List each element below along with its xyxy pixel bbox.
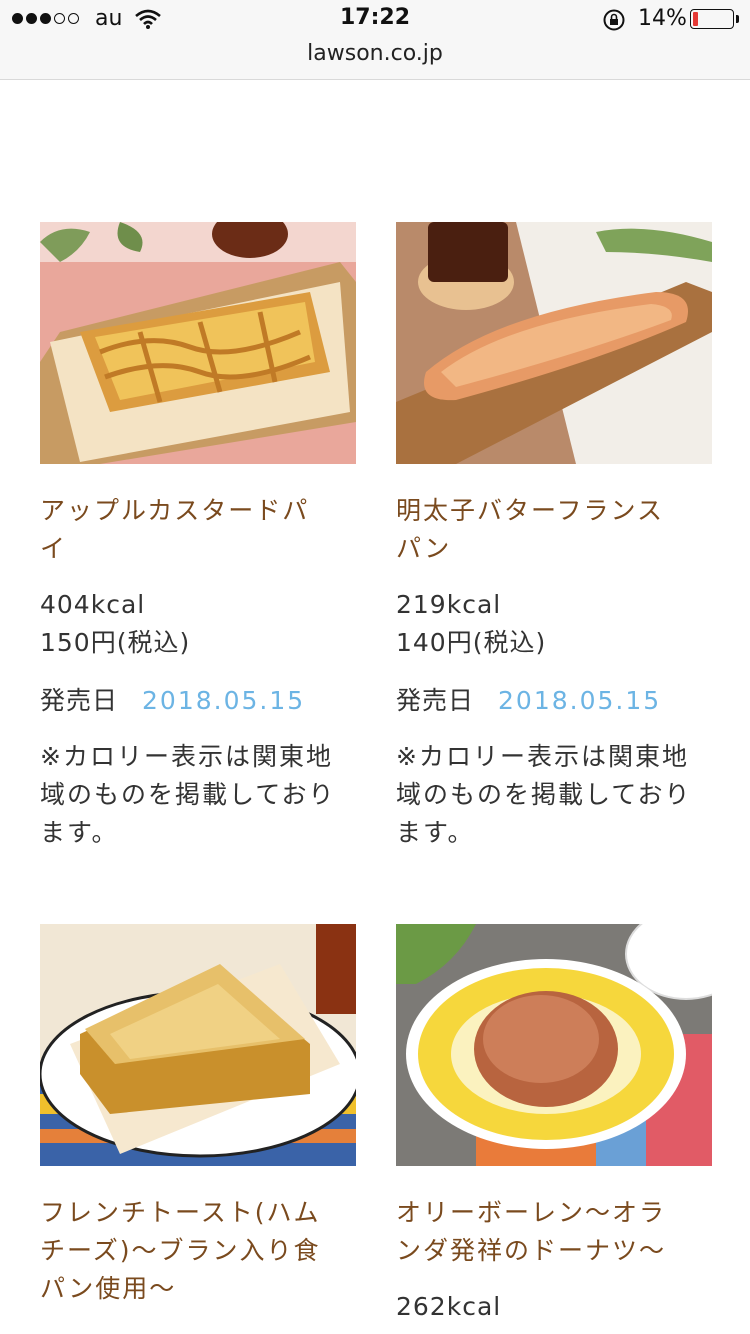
product-image-mentaiko-butter-france[interactable] [396, 222, 712, 464]
product-card[interactable]: オリーボーレン〜オランダ発祥のドーナツ〜 262kcal [396, 924, 712, 1326]
rotation-lock-icon [602, 8, 626, 36]
product-image-french-toast[interactable] [40, 924, 356, 1166]
release-label: 発売日 [40, 686, 119, 715]
product-calories: 404kcal [40, 590, 146, 619]
product-card[interactable]: フレンチトースト(ハムチーズ)〜ブラン入り食パン使用〜 [40, 924, 356, 1308]
address-bar-url[interactable]: lawson.co.jp [0, 41, 750, 66]
product-card[interactable]: 明太子バターフランスパン 219kcal 140円(税込) 発売日 2018.05… [396, 222, 712, 852]
product-price: 150円(税込) [40, 628, 191, 657]
battery-icon [690, 9, 739, 29]
release-info: 発売日 2018.05.15 [396, 682, 712, 720]
calorie-note: ※カロリー表示は関東地域のものを掲載しております。 [40, 742, 336, 847]
calorie-note: ※カロリー表示は関東地域のものを掲載しております。 [396, 742, 692, 847]
product-name[interactable]: 明太子バターフランスパン [396, 492, 686, 568]
product-image-oliebollen[interactable] [396, 924, 712, 1166]
battery-percentage: 14% [638, 6, 687, 31]
browser-status-bar: au 17:22 14% lawson.co.jp [0, 0, 750, 80]
release-date: 2018.05.15 [498, 686, 662, 715]
product-name[interactable]: オリーボーレン〜オランダ発祥のドーナツ〜 [396, 1194, 686, 1270]
product-name[interactable]: フレンチトースト(ハムチーズ)〜ブラン入り食パン使用〜 [40, 1194, 330, 1308]
release-info: 発売日 2018.05.15 [40, 682, 356, 720]
product-calories: 219kcal [396, 590, 502, 619]
release-date: 2018.05.15 [142, 686, 306, 715]
release-label: 発売日 [396, 686, 475, 715]
product-calories: 262kcal [396, 1292, 502, 1321]
product-image-apple-custard-pie[interactable] [40, 222, 356, 464]
product-price: 140円(税込) [396, 628, 547, 657]
product-name[interactable]: アップルカスタードパイ [40, 492, 330, 568]
product-card[interactable]: アップルカスタードパイ 404kcal 150円(税込) 発売日 2018.05.… [40, 222, 356, 852]
